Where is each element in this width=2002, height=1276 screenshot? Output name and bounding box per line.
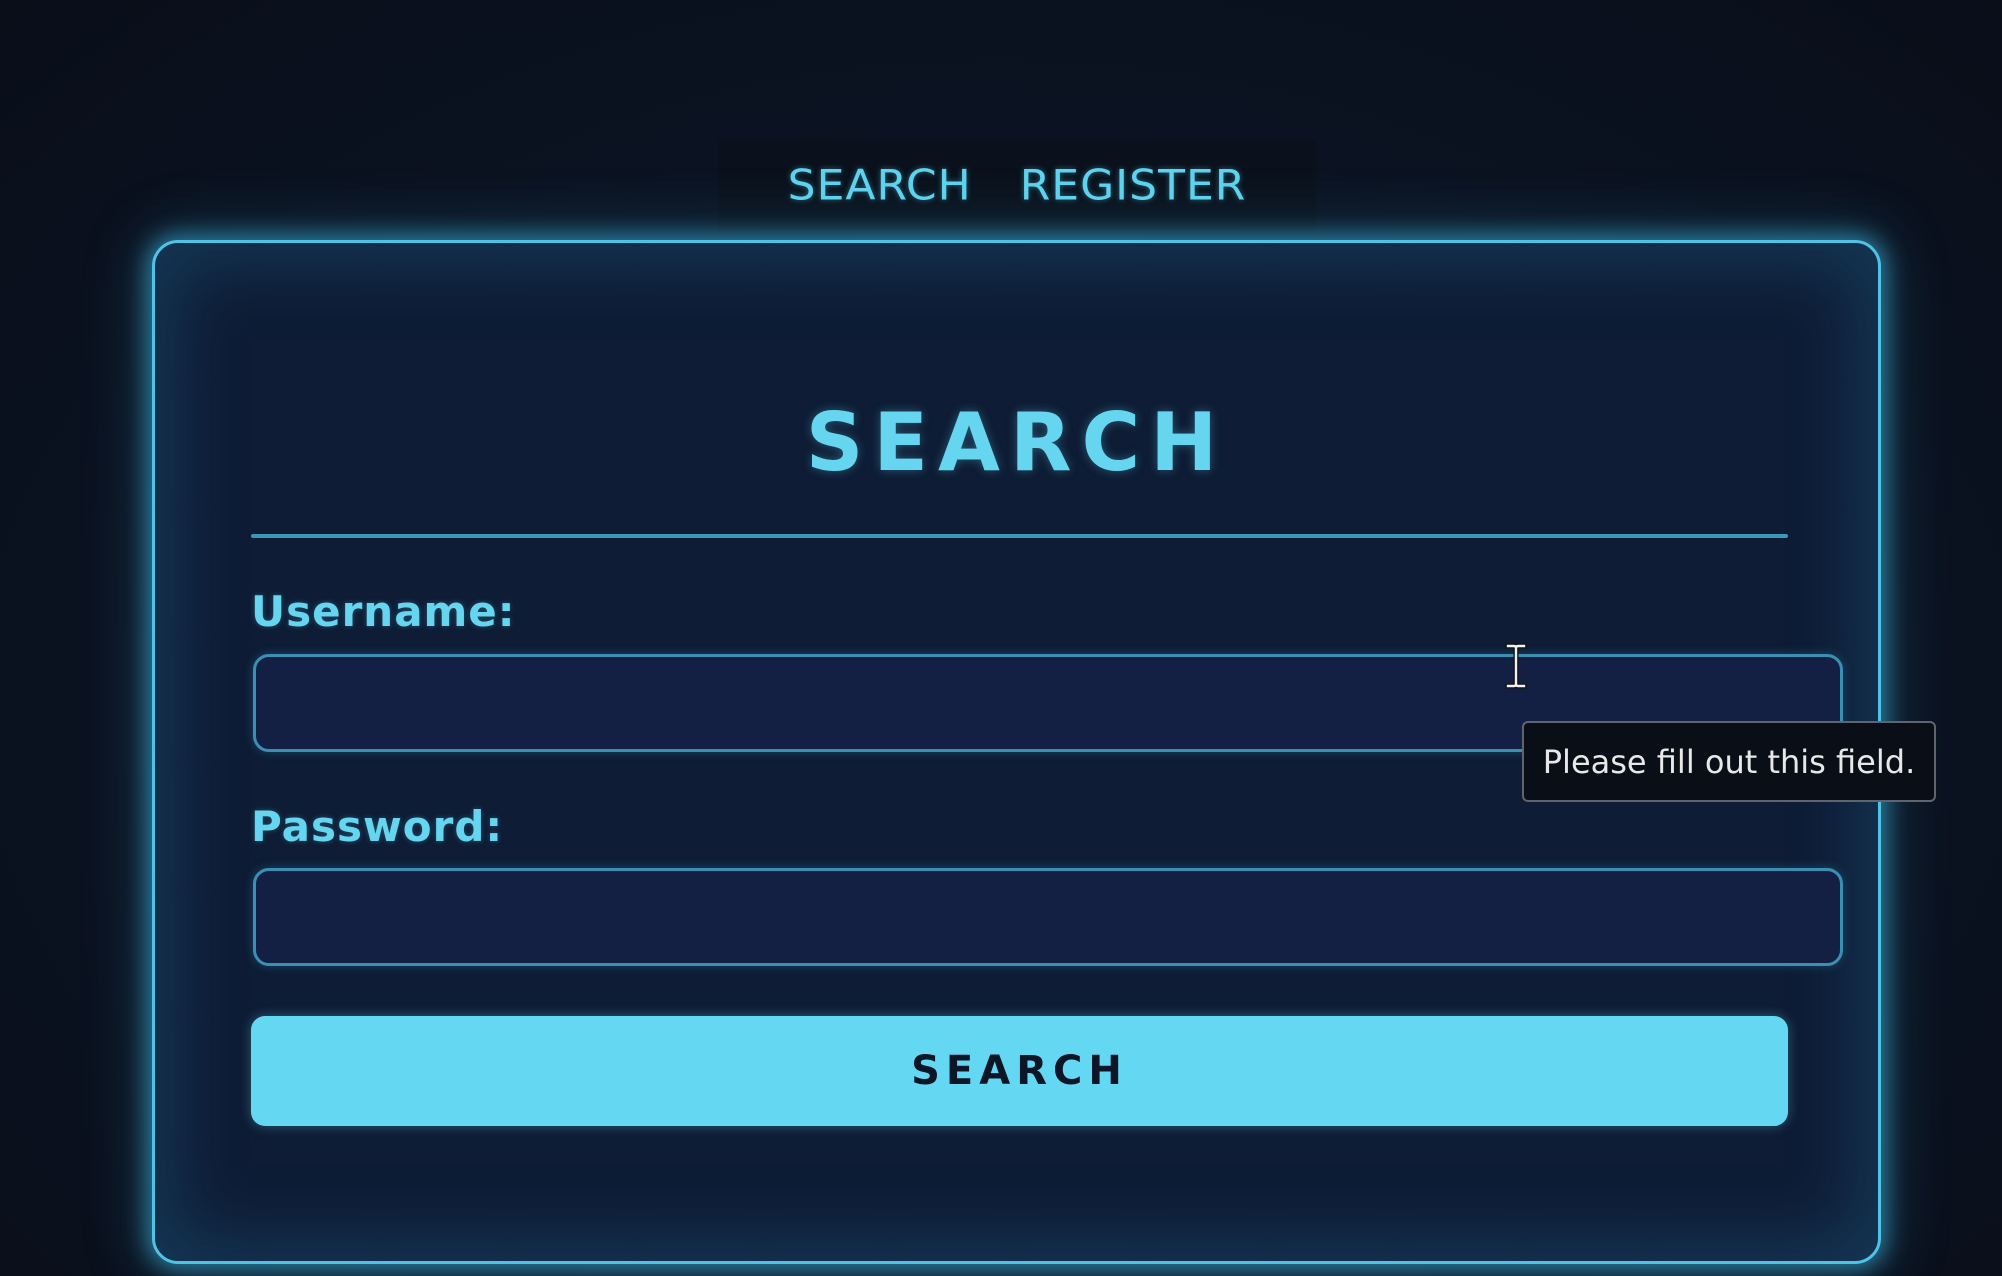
nav-link-register[interactable]: REGISTER xyxy=(1020,161,1247,209)
nav-link-search[interactable]: SEARCH xyxy=(788,161,972,209)
password-input[interactable] xyxy=(253,868,1843,966)
password-label: Password: xyxy=(251,802,504,851)
validation-tooltip: Please fill out this field. xyxy=(1522,721,1936,802)
username-label: Username: xyxy=(251,587,516,636)
search-submit-button[interactable]: SEARCH xyxy=(251,1016,1788,1126)
form-title: SEARCH xyxy=(805,396,1228,489)
title-divider xyxy=(251,534,1788,538)
top-nav: SEARCH REGISTER xyxy=(718,140,1316,230)
ibeam-cursor-icon xyxy=(1505,643,1527,689)
